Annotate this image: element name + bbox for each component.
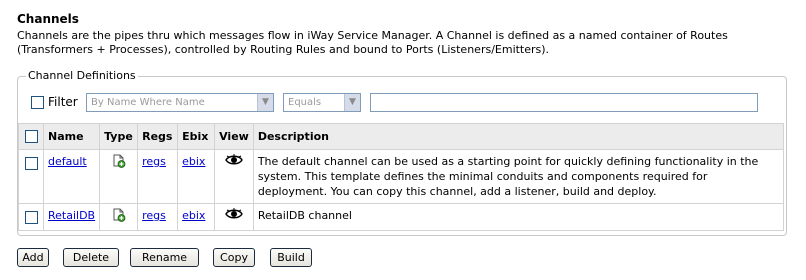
select-all-cell	[18, 123, 44, 150]
column-header-ebix: Ebix	[177, 123, 216, 150]
add-button[interactable]: Add	[17, 248, 49, 267]
ebix-cell: ebix	[177, 149, 216, 204]
table-row: RetailDB regs ebix RetailDB channel	[18, 203, 785, 231]
name-cell: RetailDB	[42, 203, 101, 231]
eye-icon[interactable]	[225, 154, 243, 170]
column-header-description: Description	[252, 123, 785, 150]
filter-operator-select-value: Equals	[288, 97, 322, 108]
channel-type-icon[interactable]	[112, 154, 126, 172]
filter-value-input[interactable]	[370, 93, 758, 112]
row-select-cell	[18, 149, 44, 204]
filter-row: Filter By Name Where Name ▼ Equals ▼	[31, 93, 771, 113]
type-cell	[99, 149, 139, 204]
filter-operator-select[interactable]: Equals ▼	[283, 93, 361, 112]
page-description: Channels are the pipes thru which messag…	[17, 29, 728, 56]
regs-cell: regs	[137, 203, 179, 231]
filter-label: Filter	[48, 95, 78, 109]
channel-name-link[interactable]: default	[48, 155, 87, 168]
row-checkbox[interactable]	[24, 210, 38, 224]
filter-field-select-value: By Name Where Name	[91, 97, 205, 108]
name-cell: default	[42, 149, 101, 204]
build-button[interactable]: Build	[270, 248, 312, 267]
ebix-cell: ebix	[177, 203, 216, 231]
column-header-name: Name	[42, 123, 101, 150]
table-row: default regs ebix The default channel ca…	[18, 149, 785, 204]
channels-table: Name Type Regs Ebix View Description def…	[18, 123, 785, 231]
delete-button[interactable]: Delete	[63, 248, 119, 267]
row-checkbox[interactable]	[24, 156, 38, 170]
chevron-down-icon: ▼	[344, 94, 360, 111]
copy-button[interactable]: Copy	[213, 248, 255, 267]
view-cell	[214, 149, 254, 204]
channel-name-link[interactable]: RetailDB	[48, 209, 95, 222]
description-cell: RetailDB channel	[252, 203, 785, 231]
description-cell: The default channel can be used as a sta…	[252, 149, 785, 204]
ebix-link[interactable]: ebix	[182, 209, 205, 222]
regs-link[interactable]: regs	[142, 155, 166, 168]
eye-icon[interactable]	[225, 208, 243, 224]
regs-cell: regs	[137, 149, 179, 204]
column-header-regs: Regs	[137, 123, 179, 150]
row-select-cell	[18, 203, 44, 231]
rename-button[interactable]: Rename	[130, 248, 199, 267]
chevron-down-icon: ▼	[257, 94, 273, 111]
channel-definitions-legend: Channel Definitions	[26, 69, 138, 82]
view-cell	[214, 203, 254, 231]
channel-type-icon[interactable]	[112, 208, 126, 226]
column-header-type: Type	[99, 123, 139, 150]
table-header-row: Name Type Regs Ebix View Description	[18, 123, 785, 150]
select-all-checkbox[interactable]	[24, 130, 38, 144]
ebix-link[interactable]: ebix	[182, 155, 205, 168]
page-title: Channels	[17, 12, 79, 26]
filter-field-select[interactable]: By Name Where Name ▼	[86, 93, 274, 112]
column-header-view: View	[214, 123, 254, 150]
filter-checkbox[interactable]	[31, 96, 44, 109]
regs-link[interactable]: regs	[142, 209, 166, 222]
type-cell	[99, 203, 139, 231]
